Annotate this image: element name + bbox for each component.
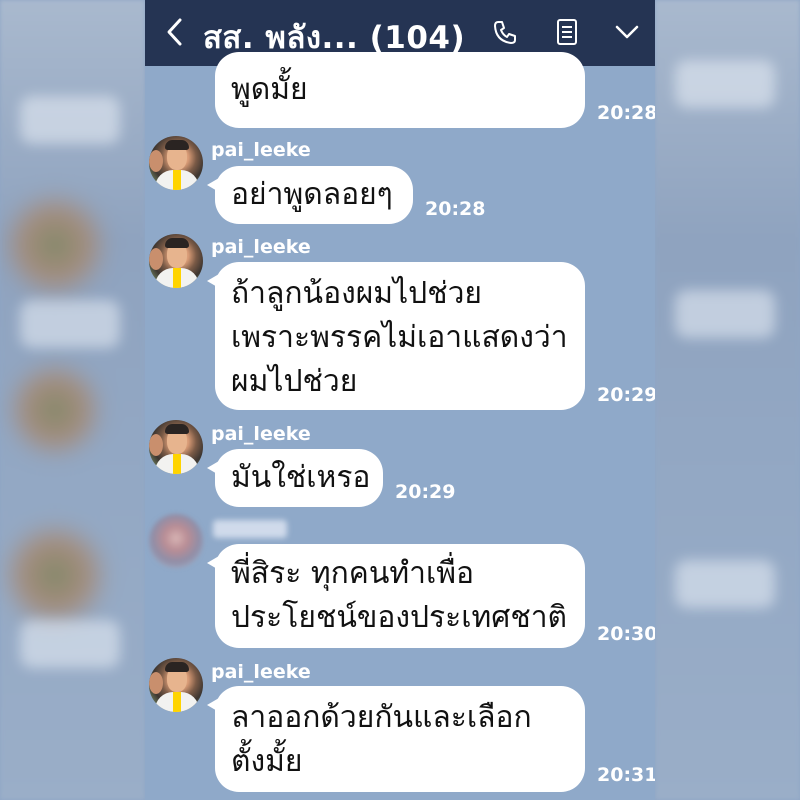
chevron-down-icon [615,25,639,39]
message-bubble[interactable]: ลาออกด้วยกันและเลือก ตั้งมั้ย [207,686,585,792]
chevron-left-icon [167,18,182,46]
chat-screen: สส. พลัง... (104) พูดมั้ย 20:28 pai_leek… [145,0,655,800]
call-button[interactable] [490,16,520,48]
avatar[interactable] [149,234,203,288]
message-text-line: มันใช่เหรอ [231,460,371,495]
message-time: 20:30 [597,623,655,645]
message-text-line: ลาออกด้วยกันและเลือก [231,700,532,735]
message-time: 20:29 [597,384,655,406]
avatar[interactable] [149,420,203,474]
message-time: 20:29 [395,481,456,503]
blurred-background-left [0,0,145,800]
message-time: 20:28 [597,102,655,124]
message-list: พูดมั้ย 20:28 pai_leeke อย่าพูดลอยๆ 20:2… [145,52,655,800]
sender-name: pai_leeke [211,139,311,161]
avatar[interactable] [149,658,203,712]
message-bubble[interactable]: พูดมั้ย [215,52,585,128]
message-text-line: ตั้งมั้ย [231,744,303,779]
message-bubble[interactable]: พี่สิระ ทุกคนทำเพื่อ ประโยชน์ของประเทศชา… [207,544,585,648]
message-time: 20:28 [425,198,486,220]
back-button[interactable] [161,14,187,50]
message-text-line: อย่าพูดลอยๆ [231,177,393,212]
sender-name: pai_leeke [211,661,311,683]
message-text-line: พูดมั้ย [231,72,308,107]
avatar[interactable] [149,136,203,190]
message-bubble[interactable]: ถ้าลูกน้องผมไปช่วย เพราะพรรคไม่เอาแสดงว่… [207,262,585,410]
note-button[interactable] [552,16,582,48]
avatar[interactable] [149,514,203,568]
message-text-line: ถ้าลูกน้องผมไปช่วย [231,276,483,311]
blurred-background-right [655,0,800,800]
message-text-line: พี่สิระ ทุกคนทำเพื่อ [231,556,475,591]
menu-button[interactable] [612,16,642,48]
sender-name: pai_leeke [211,423,311,445]
note-icon [557,19,577,45]
message-bubble[interactable]: อย่าพูดลอยๆ [207,166,413,224]
message-text-line: เพราะพรรคไม่เอาแสดงว่า [231,320,568,355]
message-bubble[interactable]: มันใช่เหรอ [207,449,383,507]
message-text-line: ผมไปช่วย [231,364,358,399]
phone-icon [494,21,516,44]
message-text-line: ประโยชน์ของประเทศชาติ [231,600,568,635]
sender-name: pai_leeke [211,236,311,258]
sender-name-redacted [213,520,287,538]
message-time: 20:31 [597,764,655,786]
